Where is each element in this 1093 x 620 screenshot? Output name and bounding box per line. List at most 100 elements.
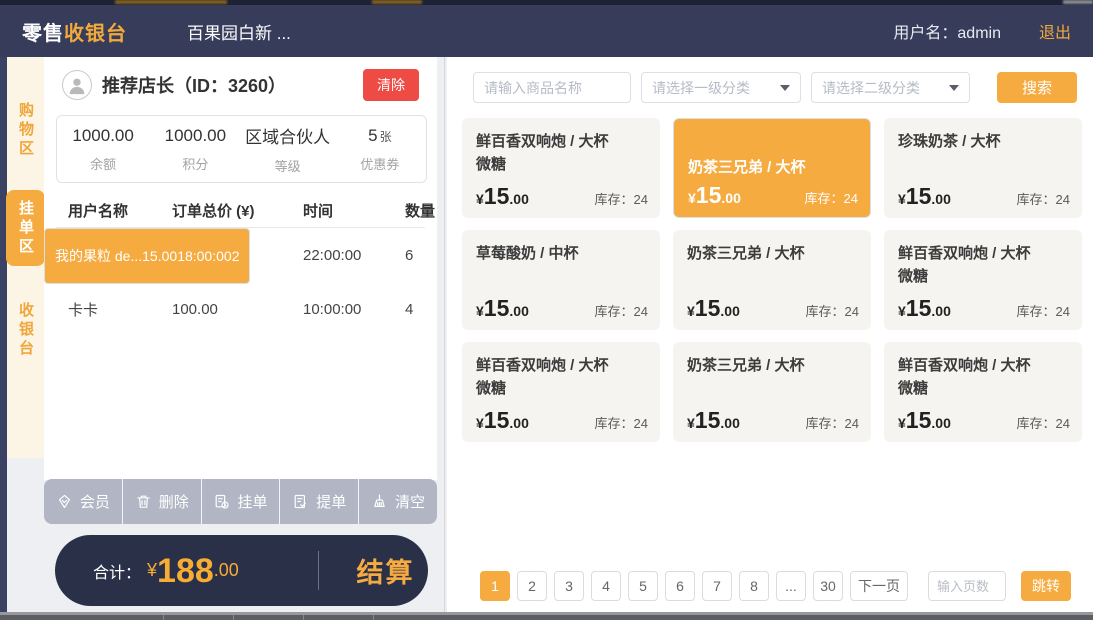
customer-stat: 1000.00余额: [57, 126, 149, 173]
product-card[interactable]: 奶茶三兄弟 / 大杯 ¥15.00库存：24: [673, 230, 871, 330]
product-price-row: ¥15.00库存：24: [476, 409, 648, 432]
sidebar-tab-2[interactable]: 收银台: [7, 290, 44, 370]
product-price-row: ¥15.00库存：24: [898, 185, 1070, 208]
product-title: 鲜百香双响炮 / 大杯: [476, 354, 646, 377]
clear-customer-button[interactable]: 清除: [363, 69, 419, 101]
price-currency: ¥: [688, 190, 696, 206]
price-integer: 15: [484, 409, 510, 432]
category2-select[interactable]: 请选择二级分类: [811, 72, 970, 103]
action-button-3[interactable]: 提单: [280, 479, 359, 524]
action-button-label: 删除: [159, 491, 189, 512]
table-cell-time: 10:00:00: [303, 301, 405, 318]
left-edge-rail: [0, 57, 7, 620]
customer-stat: 5张优惠券: [334, 126, 426, 173]
price-integer: 15: [906, 185, 932, 208]
price-currency: ¥: [687, 303, 695, 319]
action-button-0[interactable]: 会员: [44, 479, 123, 524]
product-subtitle: 微糖: [476, 377, 646, 400]
action-button-2[interactable]: 挂单: [202, 479, 281, 524]
page-button-8[interactable]: 8: [739, 571, 769, 601]
page-button-3[interactable]: 3: [554, 571, 584, 601]
stock-label: 库存：: [805, 191, 844, 206]
price-decimals: .00: [931, 415, 950, 431]
page-button-1[interactable]: 1: [480, 571, 510, 601]
stock-value: 24: [634, 416, 648, 431]
page-button-5[interactable]: 5: [628, 571, 658, 601]
product-price-row: ¥15.00库存：24: [898, 297, 1070, 320]
next-page-button[interactable]: 下一页: [850, 571, 908, 601]
product-card[interactable]: 奶茶三兄弟 / 大杯¥15.00库存：24: [673, 118, 871, 218]
action-button-4[interactable]: 清空: [359, 479, 437, 524]
page-button-30[interactable]: 30: [813, 571, 843, 601]
action-button-1[interactable]: 删除: [123, 479, 202, 524]
page-button-4[interactable]: 4: [591, 571, 621, 601]
product-subtitle: 微糖: [898, 265, 1068, 288]
product-stock: 库存：24: [806, 413, 859, 432]
held-orders-table: 用户名称订单总价 (¥)时间数量 我的果粒 de...15.0018:00:00…: [44, 193, 437, 336]
page-button-7[interactable]: 7: [702, 571, 732, 601]
price-currency: ¥: [898, 191, 906, 207]
table-row[interactable]: 卡卡100.0010:00:004: [44, 282, 437, 336]
artifact-fragment: [115, 0, 227, 4]
artifact-fragment: [372, 0, 422, 4]
product-title: 草莓酸奶 / 中杯: [476, 242, 646, 265]
table-cell-qty: 2: [232, 248, 240, 264]
page-number-input[interactable]: [928, 571, 1006, 601]
action-button-label: 清空: [395, 491, 425, 512]
pos-screen: 零售收银台 百果园白新 ... 用户名：admin 退出 购物区挂单区收银台 推…: [0, 0, 1093, 620]
price-integer: 15: [906, 297, 932, 320]
product-price-row: ¥15.00库存：24: [687, 409, 859, 432]
product-card[interactable]: 鲜百香双响炮 / 大杯微糖¥15.00库存：24: [462, 118, 660, 218]
price-decimals: .00: [721, 190, 740, 206]
settle-button[interactable]: 结算: [343, 535, 428, 606]
username-display: 用户名：admin: [893, 19, 1001, 43]
total-decimals: .00: [214, 560, 239, 581]
action-button-label: 提单: [316, 491, 346, 512]
product-card[interactable]: 鲜百香双响炮 / 大杯微糖¥15.00库存：24: [884, 230, 1082, 330]
product-price-row: ¥15.00库存：24: [687, 297, 859, 320]
top-bar: 零售收银台 百果园白新 ... 用户名：admin 退出: [0, 5, 1093, 57]
product-card[interactable]: 珍珠奶茶 / 大杯¥15.00库存：24: [884, 118, 1082, 218]
product-card[interactable]: 鲜百香双响炮 / 大杯微糖¥15.00库存：24: [462, 342, 660, 442]
price-integer: 15: [484, 185, 510, 208]
app-title-cashier: 收银台: [64, 23, 127, 45]
product-card[interactable]: 鲜百香双响炮 / 大杯微糖¥15.00库存：24: [884, 342, 1082, 442]
sidebar-tab-1[interactable]: 挂单区: [6, 190, 45, 266]
product-price-row: ¥15.00库存：24: [688, 184, 858, 207]
table-cell-time: 22:00:00: [303, 247, 405, 264]
doc-clock-icon: [213, 493, 230, 510]
stock-label: 库存：: [595, 416, 634, 431]
stock-value: 24: [1056, 192, 1070, 207]
page-button-2[interactable]: 2: [517, 571, 547, 601]
product-name-input[interactable]: [473, 72, 631, 103]
product-card[interactable]: 奶茶三兄弟 / 大杯¥15.00库存：24: [673, 342, 871, 442]
stat-value: 1000.00: [149, 126, 241, 146]
sidebar-tab-0[interactable]: 购物区: [7, 90, 44, 170]
jump-button[interactable]: 跳转: [1021, 571, 1071, 601]
price-decimals: .00: [509, 415, 528, 431]
price-decimals: .00: [509, 191, 528, 207]
price-integer: 15: [695, 409, 721, 432]
total-amount: 188: [157, 554, 214, 588]
category1-select[interactable]: 请选择一级分类: [641, 72, 801, 103]
product-title: 奶茶三兄弟 / 大杯: [688, 156, 806, 179]
stat-value: 1000.00: [57, 126, 149, 146]
price-integer: 15: [696, 184, 722, 207]
stat-label: 等级: [242, 156, 334, 175]
total-currency: ¥: [147, 560, 157, 581]
product-stock: 库存：24: [595, 413, 648, 432]
page-button-6[interactable]: 6: [665, 571, 695, 601]
search-button[interactable]: 搜索: [997, 72, 1077, 103]
product-stock: 库存：24: [1017, 189, 1070, 208]
product-title: 奶茶三兄弟 / 大杯: [687, 242, 857, 265]
logout-button[interactable]: 退出: [1039, 19, 1071, 43]
table-header-cell: 时间: [303, 200, 405, 221]
product-card[interactable]: 草莓酸奶 / 中杯¥15.00库存：24: [462, 230, 660, 330]
search-row: 请选择一级分类 请选择二级分类 搜索: [447, 72, 1093, 103]
page-button-...[interactable]: ...: [776, 571, 806, 601]
table-row[interactable]: 我的果粒 de...15.0018:00:002: [44, 228, 250, 284]
stock-value: 24: [1056, 416, 1070, 431]
stat-value: 区域合伙人: [242, 123, 334, 148]
stock-value: 24: [1056, 304, 1070, 319]
stat-label: 积分: [149, 154, 241, 173]
